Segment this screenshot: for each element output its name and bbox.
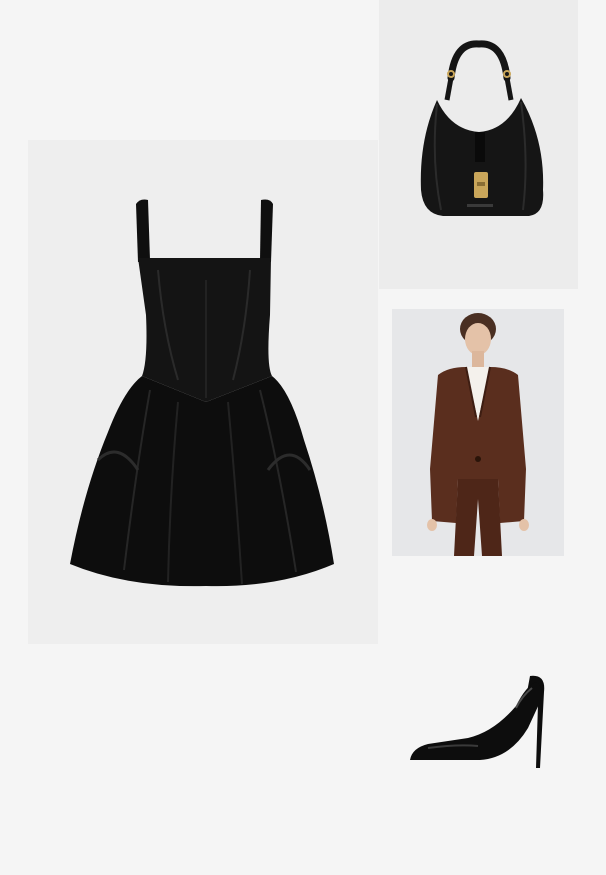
black-leather-hobo-bag-image bbox=[379, 0, 578, 289]
black-patent-stiletto-pump-image bbox=[410, 675, 545, 768]
bag-product-image[interactable] bbox=[379, 0, 578, 289]
outfit-collage-board bbox=[0, 0, 606, 875]
pump-product-image[interactable] bbox=[398, 668, 558, 780]
dress-product-image[interactable] bbox=[28, 140, 378, 644]
brown-suit-model-image bbox=[392, 309, 564, 556]
black-satin-mini-dress-image bbox=[28, 140, 378, 644]
blazer-product-image[interactable] bbox=[392, 309, 564, 556]
